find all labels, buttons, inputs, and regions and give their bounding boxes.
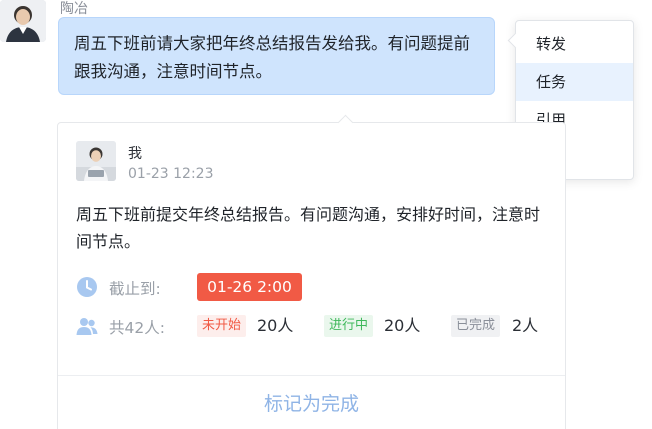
sender-avatar[interactable] [0,0,46,42]
created-timestamp: 01-23 12:23 [128,166,214,182]
message-text: 周五下班前请大家把年终总结报告发给我。有问题提前跟我沟通，注意时间节点。 [74,34,470,81]
status-count-in-progress: 20人 [384,316,421,335]
card-divider [58,375,565,376]
status-badge-in-progress[interactable]: 进行中 [324,315,374,337]
status-count-completed: 2人 [512,316,539,335]
mark-complete-button[interactable]: 标记为完成 [58,389,565,416]
assignee-count-label: 共42人: [109,319,165,337]
creator-avatar[interactable] [76,141,116,181]
sender-name: 陶冶 [60,1,88,17]
status-badge-completed[interactable]: 已完成 [451,315,501,337]
task-content: 周五下班前提交年终总结报告。有问题沟通，安排好时间，注意时间节点。 [76,205,541,251]
message-bubble[interactable]: 周五下班前请大家把年终总结报告发给我。有问题提前跟我沟通，注意时间节点。 [58,17,495,95]
card-pointer [337,114,354,131]
group-users-icon [76,318,98,335]
clock-icon [77,277,97,297]
creator-name: 我 [128,146,142,162]
deadline-label: 截止到: [109,280,161,298]
task-card: 我 01-23 12:23 周五下班前提交年终总结报告。有问题沟通，安排好时间，… [57,114,566,429]
menu-item-task[interactable]: 任务 [516,63,633,101]
status-count-not-started: 20人 [257,316,294,335]
status-badge-not-started[interactable]: 未开始 [197,315,247,337]
menu-item-forward[interactable]: 转发 [516,25,633,63]
person-photo-icon [0,0,46,42]
person-photo-icon [76,141,116,181]
deadline-badge: 01-26 2:00 [197,273,302,301]
